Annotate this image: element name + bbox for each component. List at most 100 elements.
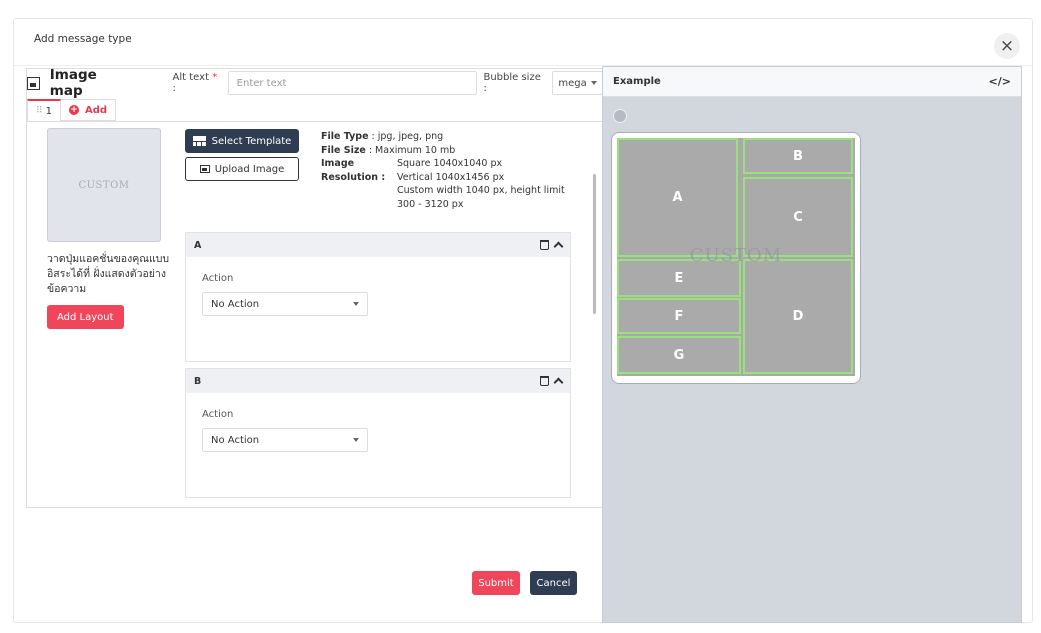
area-c[interactable]: C — [743, 177, 853, 257]
close-button[interactable]: × — [994, 33, 1020, 59]
close-icon: × — [999, 36, 1015, 56]
trash-icon[interactable] — [540, 240, 549, 250]
section-name: A — [194, 239, 202, 251]
area-g[interactable]: G — [617, 336, 741, 374]
area-b-label: B — [793, 148, 803, 164]
area-e[interactable]: E — [617, 259, 741, 297]
image-key: Image — [321, 158, 355, 169]
res-square: Square 1040x1040 px — [397, 158, 503, 169]
res-custom-range: 300 - 3120 px — [397, 198, 464, 210]
action-sections: A Action No Action B Action No Action — [185, 232, 571, 504]
image-map-card: A B C D E F G CUSTOM — [611, 132, 861, 384]
layout-preview-thumbnail: CUSTOM — [47, 128, 161, 242]
layout-description: วาดปุ่มแอคชั่นของคุณแบบอิสระได้ที่ ฝั่งแ… — [47, 253, 170, 295]
area-g-label: G — [673, 347, 685, 363]
section-name: B — [194, 375, 202, 387]
bubble-size-select[interactable]: mega — [552, 71, 603, 95]
tab-1[interactable]: ⠿ 1 — [27, 99, 61, 121]
action-label: Action — [202, 273, 234, 284]
required-mark: * — [212, 72, 218, 83]
alt-text-label-text: Alt text — [172, 72, 209, 83]
action-select[interactable]: No Action — [202, 292, 368, 316]
file-type-key: File Type — [321, 131, 369, 142]
file-size-value: : Maximum 10 mb — [368, 144, 456, 156]
file-type-row: File Type : jpg, jpeg, png — [321, 130, 565, 144]
area-d-label: D — [792, 309, 804, 324]
chevron-up-icon[interactable] — [553, 377, 564, 388]
resolution-row: Resolution : Vertical 1040x1456 px — [321, 171, 565, 185]
section-header[interactable]: A — [186, 233, 570, 257]
section-header-icons — [540, 240, 564, 252]
action-value: No Action — [211, 298, 260, 310]
res-custom: Custom width 1040 px, height limit — [397, 185, 565, 196]
alt-text-input[interactable] — [227, 71, 478, 95]
resolution-key: Resolution : — [321, 171, 386, 183]
chevron-down-icon — [353, 438, 359, 442]
editor-header: Image map Alt text * : Bubble size : meg… — [27, 67, 603, 99]
select-template-label: Select Template — [211, 135, 292, 147]
code-icon[interactable]: </> — [989, 75, 1011, 88]
trash-icon[interactable] — [540, 376, 549, 386]
section-body: Action No Action — [186, 393, 570, 497]
upload-image-button[interactable]: Upload Image — [185, 157, 299, 181]
section-b: B Action No Action — [185, 368, 571, 498]
preview-watermark: CUSTOM — [78, 179, 130, 191]
add-layout-button[interactable]: Add Layout — [47, 305, 124, 329]
drag-handle-icon[interactable]: ⠿ — [36, 106, 43, 116]
plus-circle-icon: + — [68, 104, 79, 115]
alt-text-colon: : — [172, 83, 176, 94]
area-a-label: A — [672, 190, 683, 205]
template-grid-icon — [192, 136, 206, 146]
editor-body: CUSTOM วาดปุ่มแอคชั่นของคุณแบบอิสระได้ที… — [27, 121, 603, 507]
area-d[interactable]: D — [743, 259, 853, 374]
tab-label: 1 — [45, 105, 52, 117]
custom-row: Custom width 1040 px, height limit — [321, 184, 565, 198]
upload-image-label: Upload Image — [214, 163, 285, 175]
select-template-button[interactable]: Select Template — [185, 129, 299, 153]
bubble-size-label: Bubble size : — [483, 72, 541, 94]
res-vertical: Vertical 1040x1456 px — [397, 171, 505, 183]
custom-range-row: 300 - 3120 px — [321, 198, 565, 212]
chevron-down-icon — [590, 81, 597, 85]
image-map-editor: Image map Alt text * : Bubble size : meg… — [26, 67, 604, 508]
add-message-type-modal: Add message type × Image map Alt text * … — [13, 18, 1033, 623]
image-map-canvas: A B C D E F G CUSTOM — [617, 138, 855, 376]
chevron-down-icon — [353, 302, 359, 306]
submit-button[interactable]: Submit — [472, 571, 520, 595]
modal-title: Add message type — [34, 33, 132, 45]
area-a[interactable]: A — [617, 138, 738, 257]
example-header: Example </> — [603, 67, 1021, 97]
action-select[interactable]: No Action — [202, 428, 368, 452]
editor-title: Image map — [49, 67, 97, 99]
file-type-value: : jpg, jpeg, png — [371, 131, 444, 142]
tab-bar: ⠿ 1 + Add — [27, 99, 117, 121]
action-value: No Action — [211, 434, 260, 446]
image-map-icon — [27, 76, 40, 90]
add-tab-button[interactable]: + Add — [60, 99, 117, 121]
area-c-label: C — [793, 209, 803, 225]
vertical-scrollbar[interactable] — [593, 174, 596, 314]
file-size-row: File Size : Maximum 10 mb — [321, 144, 565, 158]
section-header[interactable]: B — [186, 369, 570, 393]
chevron-up-icon[interactable] — [553, 241, 564, 252]
area-b[interactable]: B — [743, 138, 853, 174]
area-f[interactable]: F — [617, 298, 741, 334]
add-tab-label: Add — [84, 104, 108, 116]
bubble-size-value: mega — [558, 77, 587, 89]
area-e-label: E — [674, 270, 684, 286]
alt-text-label: Alt text * : — [173, 72, 223, 94]
bot-avatar — [613, 109, 627, 123]
example-title: Example — [613, 76, 661, 87]
file-size-key: File Size — [321, 144, 366, 156]
section-header-icons — [540, 376, 564, 388]
section-a: A Action No Action — [185, 232, 571, 362]
cancel-button[interactable]: Cancel — [530, 571, 577, 595]
section-body: Action No Action — [186, 257, 570, 361]
example-preview-panel: Example </> A B C D E F G CUSTOM — [602, 66, 1022, 623]
image-icon — [199, 165, 210, 173]
file-requirements: File Type : jpg, jpeg, png File Size : M… — [321, 130, 565, 211]
image-row: Image Square 1040x1040 px — [321, 157, 565, 171]
action-label: Action — [202, 409, 234, 420]
